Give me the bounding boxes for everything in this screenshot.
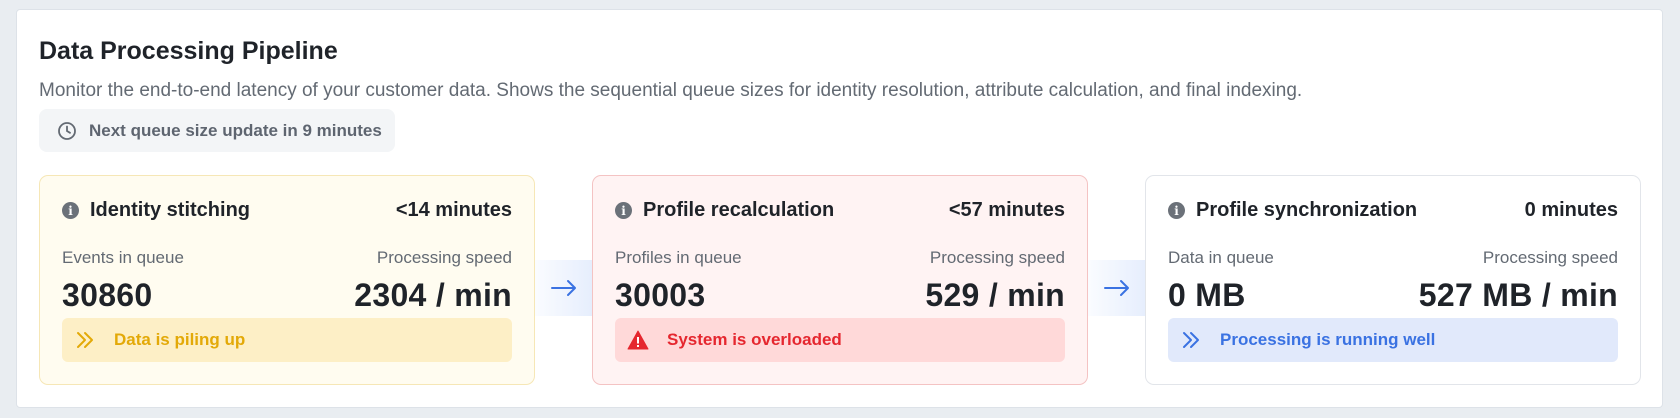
stage-name: Profile synchronization (1196, 199, 1418, 221)
status-banner: Data is piling up (62, 318, 512, 362)
speed-value: 527 MB / min (1418, 277, 1618, 313)
info-icon[interactable]: i (1168, 202, 1185, 219)
status-text: Data is piling up (114, 330, 246, 349)
queue-value: 30860 (62, 277, 153, 313)
double-chevron-right-icon (1180, 329, 1202, 351)
speed-label: Processing speed (1482, 248, 1618, 267)
next-update-text: Next queue size update in 9 minutes (89, 120, 382, 140)
queue-value: 0 MB (1168, 277, 1246, 313)
stage-eta: <57 minutes (948, 199, 1065, 221)
stage-card-profile-synchronization: i Profile synchronization 0 minutes Data… (1145, 175, 1641, 385)
status-banner: System is overloaded (615, 318, 1065, 362)
info-icon[interactable]: i (615, 202, 632, 219)
stage-name: Profile recalculation (643, 199, 835, 221)
info-icon[interactable]: i (62, 202, 79, 219)
stage-eta: 0 minutes (1524, 199, 1618, 221)
clock-icon (57, 121, 77, 141)
status-text: Processing is running well (1220, 330, 1436, 349)
status-text: System is overloaded (667, 330, 842, 349)
page-description: Monitor the end-to-end latency of your c… (39, 80, 1303, 101)
arrow-right-icon (1103, 279, 1131, 297)
pipeline-connector (535, 260, 592, 316)
stage-eta: <14 minutes (395, 199, 512, 221)
double-chevron-right-icon (74, 329, 96, 351)
queue-label: Data in queue (1168, 248, 1274, 267)
speed-value: 529 / min (925, 277, 1065, 313)
stage-card-identity-stitching: i Identity stitching <14 minutes Events … (39, 175, 535, 385)
arrow-right-icon (550, 279, 578, 297)
stage-name: Identity stitching (90, 199, 250, 221)
queue-label: Profiles in queue (615, 248, 742, 267)
warning-triangle-icon (627, 329, 649, 351)
page-title: Data Processing Pipeline (39, 37, 338, 65)
speed-value: 2304 / min (354, 277, 512, 313)
speed-label: Processing speed (376, 248, 512, 267)
status-banner: Processing is running well (1168, 318, 1618, 362)
pipeline-connector (1088, 260, 1145, 316)
pipeline-panel: Data Processing Pipeline Monitor the end… (16, 9, 1663, 408)
stage-card-profile-recalculation: i Profile recalculation <57 minutes Prof… (592, 175, 1088, 385)
speed-label: Processing speed (929, 248, 1065, 267)
queue-label: Events in queue (62, 248, 184, 267)
queue-value: 30003 (615, 277, 706, 313)
next-update-badge: Next queue size update in 9 minutes (39, 109, 395, 152)
